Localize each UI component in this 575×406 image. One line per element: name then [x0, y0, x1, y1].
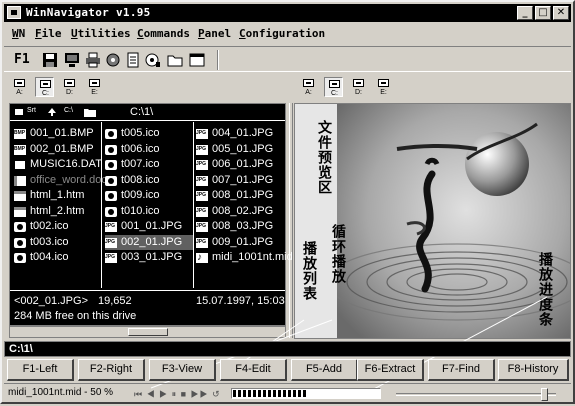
volume-slider[interactable] [396, 388, 556, 401]
f7-find-button[interactable]: F7-Find [428, 359, 495, 381]
main-window: WinNavigator v1.95 _ □ ✕ WN File Utiliti… [0, 0, 575, 404]
f3-view-button[interactable]: F3-View [149, 359, 216, 381]
now-playing-text: midi_1001nt.mid - 50 % [8, 387, 114, 398]
playback-progress-bar[interactable] [231, 388, 381, 399]
f5-add-button[interactable]: F5-Add [291, 359, 358, 381]
current-path: C:\1\ [9, 343, 33, 355]
f4-edit-button[interactable]: F4-Edit [220, 359, 287, 381]
progress-fill [233, 390, 306, 397]
f1-left-button[interactable]: F1-Left [7, 359, 74, 381]
status-bar: midi_1001nt.mid - 50 % ⏮ ◀ ▶ ⏸ ■ ▶▶ ↺ [4, 383, 571, 402]
command-path-bar[interactable]: C:\1\ [4, 341, 571, 357]
f6-extract-button[interactable]: F6-Extract [357, 359, 424, 381]
f2-right-button[interactable]: F2-Right [78, 359, 145, 381]
player-controls[interactable]: ⏮ ◀ ▶ ⏸ ■ ▶▶ ↺ [134, 389, 221, 400]
f8-history-button[interactable]: F8-History [498, 359, 569, 381]
volume-slider-knob[interactable] [541, 388, 548, 401]
